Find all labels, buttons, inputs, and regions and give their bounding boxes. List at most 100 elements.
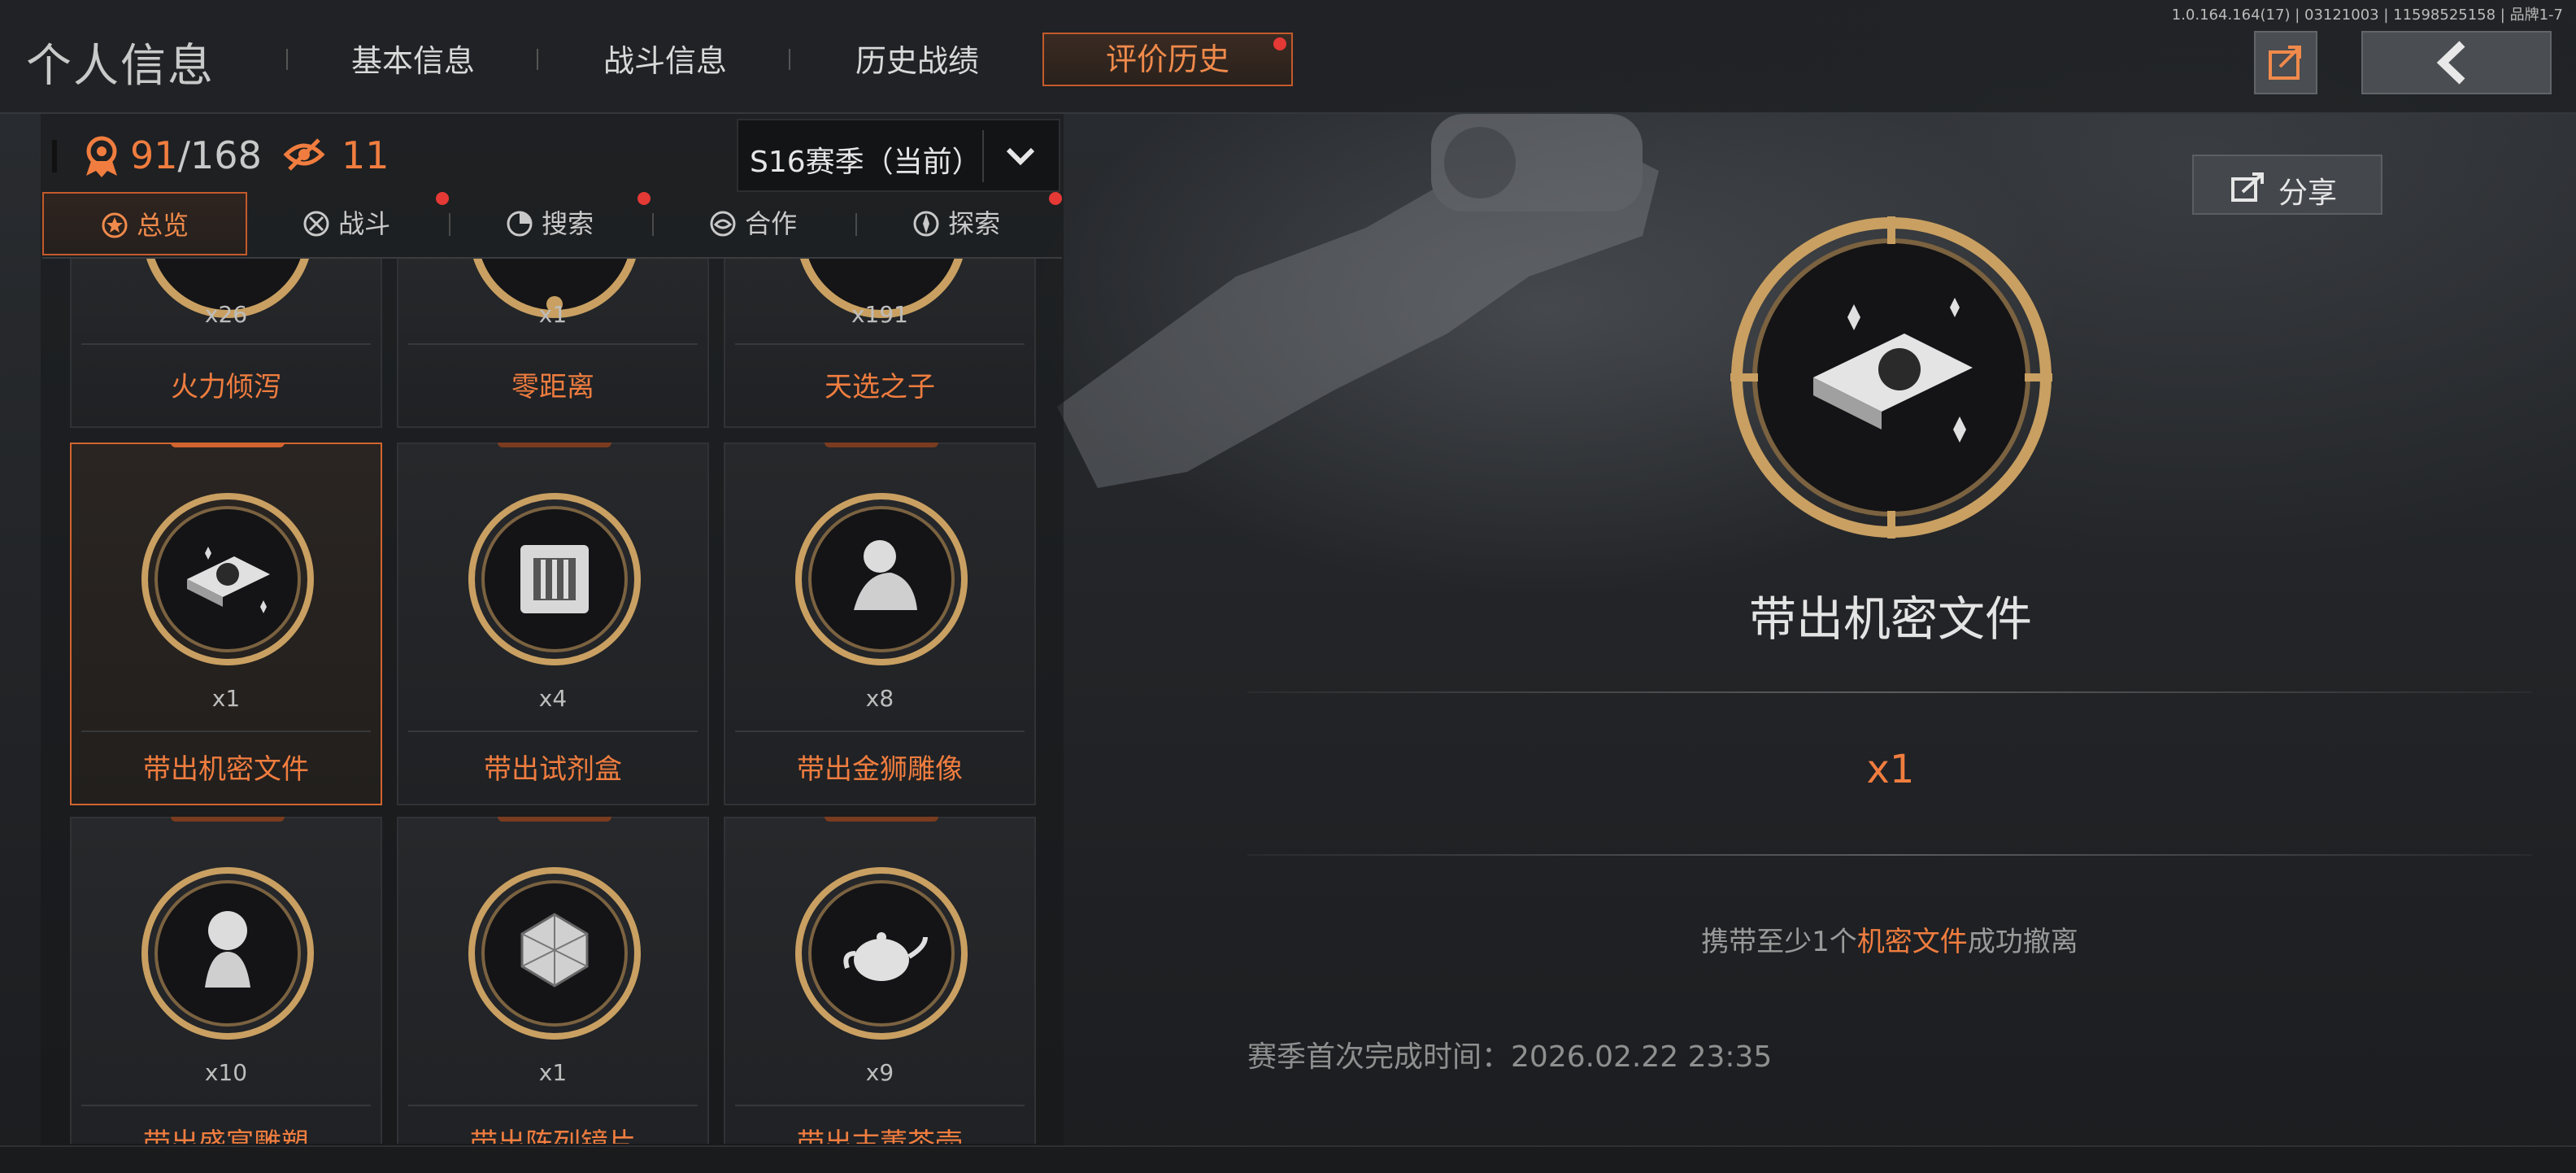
subtab-separator — [652, 213, 654, 236]
hard-drive-icon — [141, 493, 314, 665]
card-top-marker — [825, 443, 938, 447]
hex-lens-icon — [468, 867, 641, 1040]
card-top-marker — [171, 443, 285, 447]
card-name: 带出阵列镜片 — [470, 1127, 636, 1144]
tab-battle-info[interactable]: 战斗信息 — [603, 36, 727, 81]
desc-prefix: 携带至少1个 — [1701, 926, 1857, 958]
season-value: S16赛季（当前） — [750, 146, 981, 179]
subtab-separator — [449, 213, 450, 236]
selected-achievement-hard-drive-icon — [1730, 216, 2052, 539]
season-separator — [982, 130, 984, 182]
tab-match-history[interactable]: 历史战绩 — [855, 36, 979, 81]
achievement-count: 91/168 — [130, 133, 262, 177]
card-name: 带出金狮雕像 — [797, 753, 963, 786]
detail-description: 携带至少1个机密文件成功撤离 — [1410, 919, 2369, 959]
card-count: x10 — [204, 1059, 248, 1086]
hidden-count: 11 — [342, 133, 389, 177]
share-button[interactable]: 分享 — [2192, 155, 2382, 215]
notification-dot — [1273, 37, 1286, 50]
card-count: x1 — [211, 685, 241, 712]
search-radar-icon — [507, 211, 533, 237]
desc-highlight: 机密文件 — [1856, 926, 1968, 958]
star-badge-icon — [102, 212, 128, 238]
top-bar: 个人信息 基本信息 战斗信息 历史战绩 评价历史 1.0.164.164(17)… — [0, 0, 2576, 114]
version-info: 1.0.164.164(17) | 03121003 | 11598525158… — [2171, 7, 2563, 24]
subtab-explore-label: 探索 — [948, 208, 1001, 239]
card-count: x1 — [538, 301, 568, 328]
card-divider — [408, 1105, 698, 1106]
card-top-marker — [171, 817, 285, 822]
teapot-icon — [795, 867, 968, 1040]
subtab-search[interactable]: 搜索 — [506, 192, 594, 255]
subtab-explore[interactable]: 探索 — [912, 192, 1000, 255]
achievement-card[interactable]: x1 带出阵列镜片 — [397, 817, 709, 1144]
card-divider — [81, 343, 371, 345]
card-top-marker — [498, 817, 611, 822]
share-label: 分享 — [2278, 177, 2338, 210]
bust-statue-icon — [141, 867, 314, 1040]
handshake-icon — [710, 211, 736, 237]
achievement-card[interactable]: x10 带出盛宴雕塑 — [70, 817, 382, 1144]
achievement-grid: x26 火力倾泻 x1 零距离 x191 天选之子 x1 带出机密文件 x4 带… — [42, 259, 1062, 1144]
notification-dot — [637, 192, 651, 205]
achievement-card[interactable]: x9 带出古董茶壶 — [724, 817, 1036, 1144]
subtab-separator — [855, 213, 857, 236]
notification-dot — [1049, 192, 1062, 205]
chevron-down-icon — [1006, 147, 1035, 166]
category-tabs: 总览 战斗 搜索 合作 探索 — [42, 192, 1062, 259]
hidden-eye-icon — [283, 138, 325, 171]
card-count: x26 — [204, 301, 248, 328]
panel-marker — [52, 140, 57, 172]
subtab-battle-label: 战斗 — [338, 208, 391, 239]
tab-separator — [789, 49, 790, 70]
chevron-left-icon — [2436, 41, 2465, 85]
page-title: 个人信息 — [26, 40, 215, 93]
card-name: 带出盛宴雕塑 — [143, 1127, 309, 1144]
achieved-count: 91 — [130, 133, 178, 177]
card-top-marker — [825, 817, 938, 822]
time-value: 2026.02.22 23:35 — [1511, 1040, 1773, 1074]
detail-divider — [1247, 691, 2532, 693]
back-button[interactable] — [2361, 31, 2552, 94]
tab-separator — [537, 49, 538, 70]
card-count: x4 — [538, 685, 568, 712]
season-selector[interactable]: S16赛季（当前） — [737, 119, 1060, 192]
card-divider — [735, 343, 1025, 345]
card-divider — [408, 343, 698, 345]
card-top-marker — [498, 443, 611, 447]
subtab-overview[interactable]: 总览 — [42, 192, 247, 255]
card-name: 带出机密文件 — [143, 753, 309, 786]
time-label: 赛季首次完成时间： — [1247, 1040, 1512, 1074]
card-name: 带出试剂盒 — [484, 753, 622, 786]
achievement-card[interactable]: x8 带出金狮雕像 — [724, 443, 1036, 805]
card-count: x8 — [865, 685, 894, 712]
weapon-silhouette — [1057, 114, 1659, 488]
subtab-overview-label: 总览 — [137, 210, 189, 241]
card-name: 零距离 — [511, 371, 594, 403]
medal-icon — [86, 136, 117, 177]
achievement-card[interactable]: x4 带出试剂盒 — [397, 443, 709, 805]
card-name: 带出古董茶壶 — [797, 1127, 963, 1144]
achievement-card[interactable]: x191 天选之子 — [724, 259, 1036, 428]
card-name: 火力倾泻 — [171, 371, 281, 403]
first-completion-time: 赛季首次完成时间：2026.02.22 23:35 — [1247, 1033, 1772, 1075]
detail-count: x1 — [1866, 747, 1915, 792]
achievement-card[interactable]: x26 火力倾泻 — [70, 259, 382, 428]
lion-statue-icon — [795, 493, 968, 665]
achievement-card-selected[interactable]: x1 带出机密文件 — [70, 443, 382, 805]
detail-divider — [1247, 854, 2532, 856]
export-button[interactable] — [2254, 31, 2317, 94]
card-divider — [81, 730, 371, 732]
achievement-card[interactable]: x1 零距离 — [397, 259, 709, 428]
tab-basic-info[interactable]: 基本信息 — [351, 36, 475, 81]
subtab-battle[interactable]: 战斗 — [302, 192, 390, 255]
tab-rating-history[interactable]: 评价历史 — [1042, 33, 1293, 86]
card-count: x1 — [538, 1059, 568, 1086]
notification-dot — [436, 192, 449, 205]
card-name: 天选之子 — [825, 371, 935, 403]
subtab-cooperation-label: 合作 — [745, 208, 798, 239]
export-icon — [2269, 46, 2301, 80]
subtab-cooperation[interactable]: 合作 — [709, 192, 797, 255]
card-divider — [735, 1105, 1025, 1106]
share-icon — [2231, 172, 2264, 202]
